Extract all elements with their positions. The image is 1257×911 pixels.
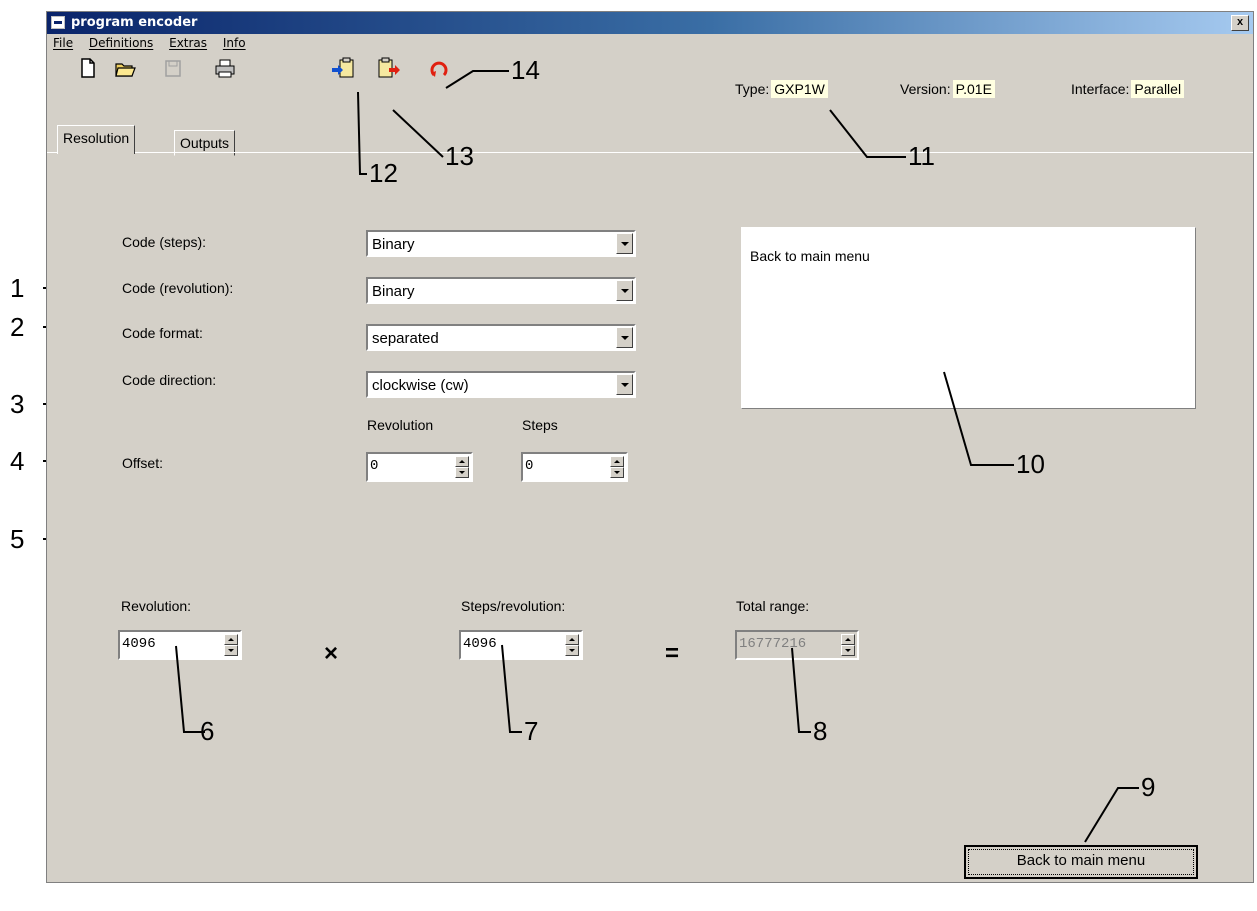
code-format-value: separated: [372, 330, 439, 347]
window-title: program encoder: [71, 15, 198, 30]
menu-bar: File Definitions Extras Info: [53, 36, 258, 54]
steps-per-revolution-value: 4096: [463, 636, 497, 652]
callout-7: 7: [524, 716, 539, 746]
print-icon[interactable]: [213, 56, 237, 80]
spin-up-icon[interactable]: [224, 634, 238, 645]
save-icon[interactable]: [161, 56, 185, 80]
offset-steps-spinner[interactable]: 0: [521, 452, 628, 482]
spin-up-icon[interactable]: [610, 456, 624, 467]
chevron-down-icon[interactable]: [616, 233, 633, 254]
offset-label: Offset:: [122, 455, 163, 471]
spin-up-icon[interactable]: [565, 634, 579, 645]
type-label: Type:: [735, 81, 770, 97]
total-range-label: Total range:: [736, 598, 810, 614]
spin-down-icon: [841, 645, 855, 656]
program-encoder-window: program encoder x File Definitions Extra…: [46, 11, 1254, 883]
chevron-down-icon[interactable]: [616, 327, 633, 348]
status-type: Type: GXP1W: [735, 80, 828, 98]
total-range-value: 16777216: [739, 636, 807, 652]
spin-down-icon[interactable]: [565, 645, 579, 656]
info-box: Back to main menu: [741, 227, 1196, 409]
menu-info[interactable]: Info: [223, 36, 246, 50]
callout-6: 6: [200, 716, 215, 746]
callout-10: 10: [1016, 449, 1045, 479]
code-format-label: Code format:: [122, 325, 203, 341]
revolution-value: 4096: [122, 636, 156, 652]
version-value: P.01E: [952, 80, 995, 98]
code-steps-value: Binary: [372, 236, 415, 253]
spin-up-icon[interactable]: [455, 456, 469, 467]
callout-4: 4: [10, 446, 25, 476]
spin-up-icon: [841, 634, 855, 645]
app-icon: [51, 16, 65, 29]
status-version: Version: P.01E: [900, 80, 995, 98]
code-steps-label: Code (steps):: [122, 234, 207, 250]
code-revolution-label: Code (revolution):: [122, 280, 234, 296]
code-direction-select[interactable]: clockwise (cw): [366, 371, 636, 398]
offset-revolution-value: 0: [370, 458, 379, 474]
revolution-label: Revolution:: [121, 598, 192, 614]
callout-3: 3: [10, 389, 25, 419]
offset-revolution-spinner[interactable]: 0: [366, 452, 473, 482]
menu-file[interactable]: File: [53, 36, 73, 50]
code-format-select[interactable]: separated: [366, 324, 636, 351]
offset-steps-value: 0: [525, 458, 534, 474]
import-clipboard-icon[interactable]: [331, 56, 355, 80]
code-revolution-select[interactable]: Binary: [366, 277, 636, 304]
new-file-icon[interactable]: [75, 56, 99, 80]
code-direction-label: Code direction:: [122, 372, 217, 388]
back-to-main-menu-button[interactable]: Back to main menu: [964, 845, 1198, 879]
revolution-spinner[interactable]: 4096: [118, 630, 242, 660]
spin-down-icon[interactable]: [455, 467, 469, 478]
callout-9: 9: [1141, 772, 1156, 802]
tab-panel-border: [47, 152, 1253, 153]
info-box-text: Back to main menu: [750, 248, 870, 264]
open-folder-icon[interactable]: [113, 56, 137, 80]
callout-12: 12: [369, 158, 398, 188]
focus-rect: [968, 849, 1194, 875]
close-button[interactable]: x: [1231, 15, 1249, 31]
callout-11: 11: [908, 141, 935, 171]
callout-13: 13: [445, 141, 474, 171]
menu-extras[interactable]: Extras: [169, 36, 207, 50]
spin-down-icon[interactable]: [224, 645, 238, 656]
title-bar[interactable]: program encoder x: [47, 12, 1253, 34]
reset-icon[interactable]: [427, 56, 451, 80]
tab-resolution[interactable]: Resolution: [57, 125, 136, 154]
multiply-sign: ×: [324, 640, 339, 667]
equals-sign: =: [665, 640, 680, 667]
offset-steps-header: Steps: [522, 417, 558, 433]
callout-1: 1: [10, 273, 25, 303]
export-clipboard-icon[interactable]: [377, 56, 401, 80]
chevron-down-icon[interactable]: [616, 280, 633, 301]
callout-5: 5: [10, 524, 25, 554]
chevron-down-icon[interactable]: [616, 374, 633, 395]
callout-8: 8: [813, 716, 828, 746]
menu-definitions[interactable]: Definitions: [89, 36, 153, 50]
offset-revolution-header: Revolution: [367, 417, 434, 433]
steps-per-revolution-spinner[interactable]: 4096: [459, 630, 583, 660]
code-steps-select[interactable]: Binary: [366, 230, 636, 257]
type-value: GXP1W: [771, 80, 828, 98]
code-revolution-value: Binary: [372, 283, 415, 300]
interface-label: Interface:: [1071, 81, 1130, 97]
status-interface: Interface: Parallel: [1071, 80, 1185, 98]
version-label: Version:: [900, 81, 951, 97]
callout-2: 2: [10, 312, 25, 342]
code-direction-value: clockwise (cw): [372, 377, 469, 394]
interface-value: Parallel: [1131, 80, 1185, 98]
steps-per-revolution-label: Steps/revolution:: [461, 598, 566, 614]
callout-14: 14: [511, 55, 540, 85]
total-range-spinner: 16777216: [735, 630, 859, 660]
spin-down-icon[interactable]: [610, 467, 624, 478]
